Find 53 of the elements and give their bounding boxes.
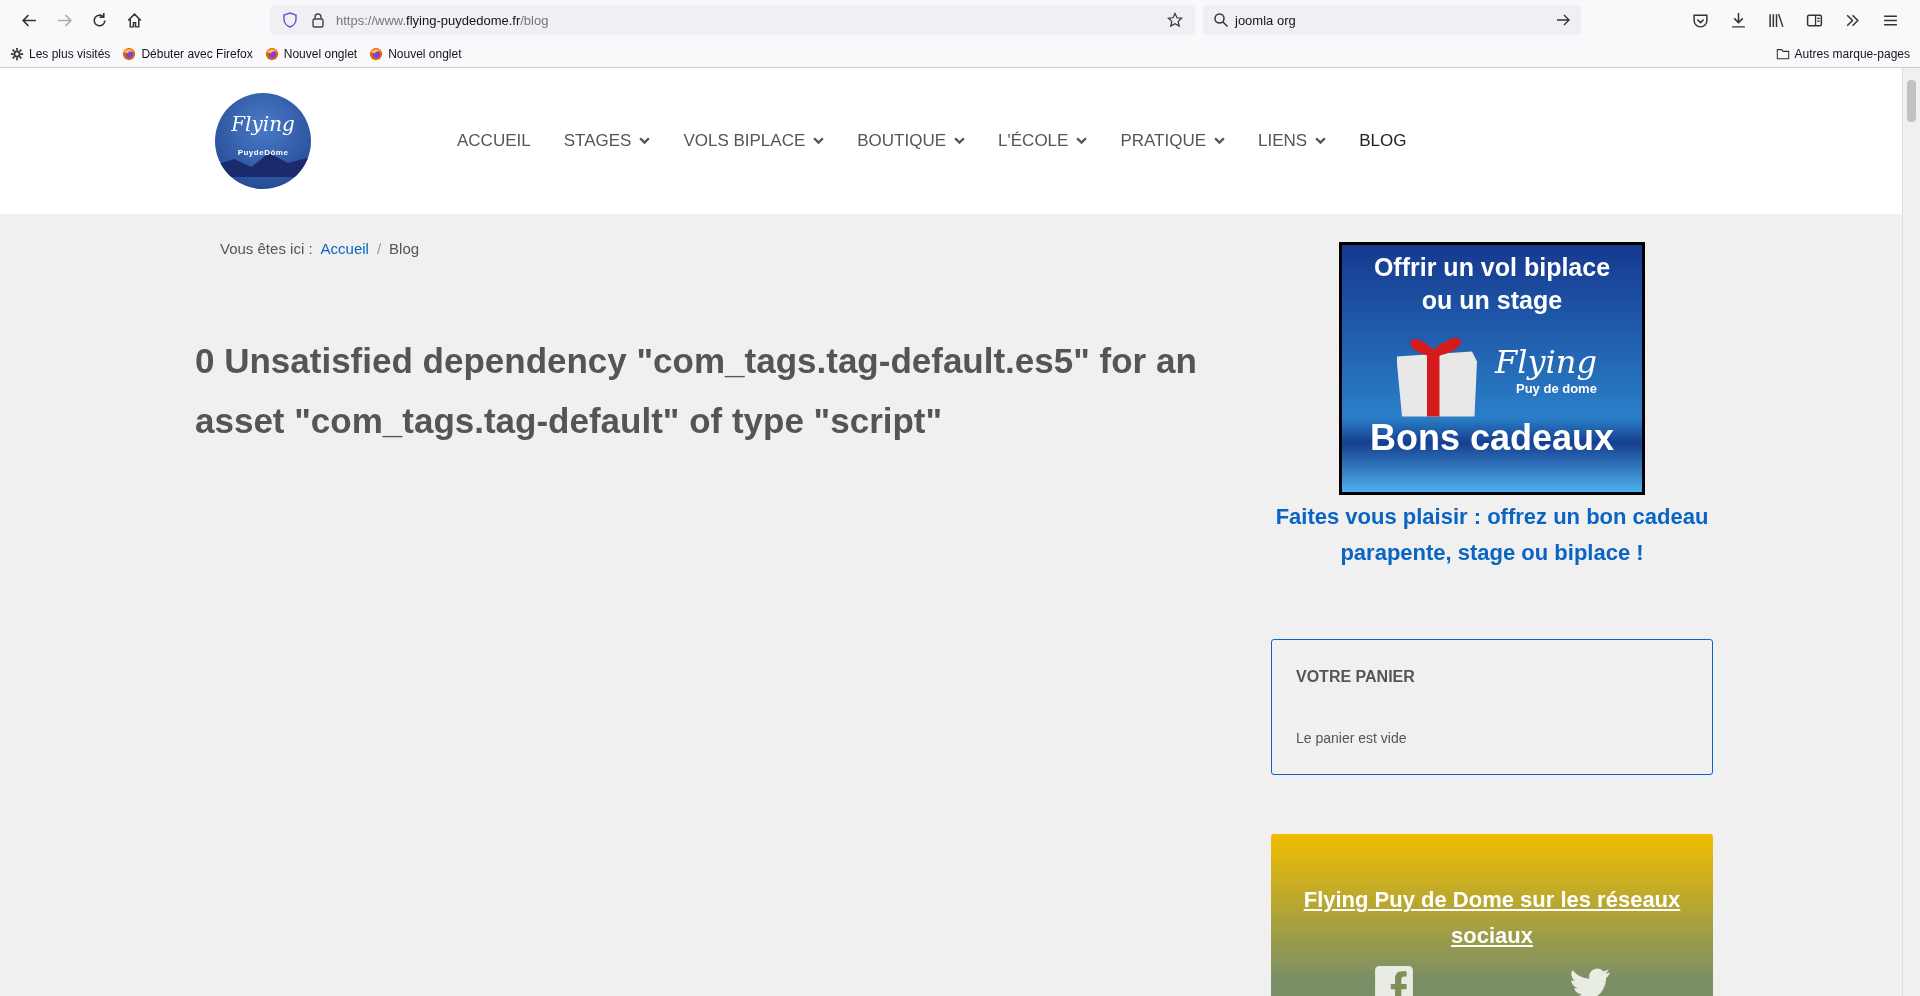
nav-menu-item[interactable]: ACCUEIL: [457, 131, 531, 151]
error-heading: 0 Unsatisfied dependency "com_tags.tag-default.es5" for an asset "com_tags.tag-default" of type "script": [195, 340, 1198, 442]
browser-logo-icon: [264, 46, 279, 61]
caret-icon: [639, 137, 651, 145]
nav-menu-item[interactable]: BOUTIQUE: [857, 131, 966, 151]
pocket-icon[interactable]: [1692, 11, 1709, 29]
reload-icon[interactable]: [91, 11, 108, 29]
search-icon: [1213, 12, 1229, 28]
facebook-icon[interactable]: [1372, 964, 1415, 996]
gift-voucher-banner[interactable]: Offrir un vol biplace ou un stage Flying Puy de dome Bons cadeaux: [1339, 242, 1645, 495]
folder-icon: [1775, 46, 1790, 61]
download-icon[interactable]: [1730, 11, 1747, 29]
sidebar-icon[interactable]: [1806, 11, 1823, 29]
caret-icon: [1076, 137, 1088, 145]
cart-message: Le panier est vide: [1296, 730, 1407, 746]
cart-title: VOTRE PANIER: [1296, 668, 1415, 686]
browser-logo-icon: [369, 46, 384, 61]
bookmark-star-icon[interactable]: [1167, 12, 1183, 28]
bookmark-item[interactable]: Les plus visités: [10, 46, 111, 61]
go-arrow-icon[interactable]: [1555, 12, 1571, 28]
banner-text: Flying: [1495, 342, 1597, 381]
nav-menu-item[interactable]: LIENS: [1258, 131, 1327, 151]
banner-text: Bons cadeaux: [1369, 417, 1615, 459]
gear-icon: [10, 46, 24, 61]
nav-menu-item[interactable]: STAGES: [563, 131, 651, 151]
bookmark-item[interactable]: Débuter avec Firefox: [122, 46, 253, 61]
url-field[interactable]: https://www.flying-puydedome.fr/blog: [270, 5, 1195, 35]
breadcrumb-label: Vous êtes ici :: [220, 240, 313, 257]
banner-text: Offrir un vol biplace: [1373, 253, 1611, 282]
browser-logo-icon: [122, 46, 137, 61]
home-icon[interactable]: [126, 11, 143, 29]
banner-text: ou un stage: [1421, 286, 1563, 315]
bookmark-item[interactable]: Nouvel onglet: [264, 46, 358, 61]
nav-menu-item[interactable]: BLOG: [1359, 131, 1407, 151]
site-logo[interactable]: Flying PuydeDôme: [215, 93, 311, 189]
caret-icon: [954, 137, 966, 145]
banner-text: Puy de dome: [1516, 380, 1597, 396]
caret-icon: [1315, 137, 1327, 145]
nav-menu-item[interactable]: PRATIQUE: [1120, 131, 1226, 151]
lock-icon: [310, 12, 326, 28]
nav-menu-item[interactable]: VOLS BIPLACE: [683, 131, 825, 151]
caret-icon: [813, 137, 825, 145]
search-field[interactable]: joomla org: [1203, 5, 1581, 35]
bookmark-item[interactable]: Nouvel onglet: [369, 46, 462, 61]
library-icon[interactable]: [1768, 11, 1785, 29]
breadcrumb-link[interactable]: Accueil: [320, 240, 369, 257]
caret-icon: [1214, 137, 1226, 145]
breadcrumb-current: Blog: [389, 240, 420, 257]
nav-menu-item[interactable]: L'ÉCOLE: [998, 131, 1088, 151]
gift-caption-link[interactable]: Faites vous plaisir : offrez un bon cadeau parapente, stage ou biplace !: [1271, 499, 1713, 571]
bookmark-folder[interactable]: Autres marque-pages: [1775, 46, 1910, 61]
breadcrumb-separator: /: [376, 240, 382, 257]
shield-icon: [282, 12, 298, 28]
